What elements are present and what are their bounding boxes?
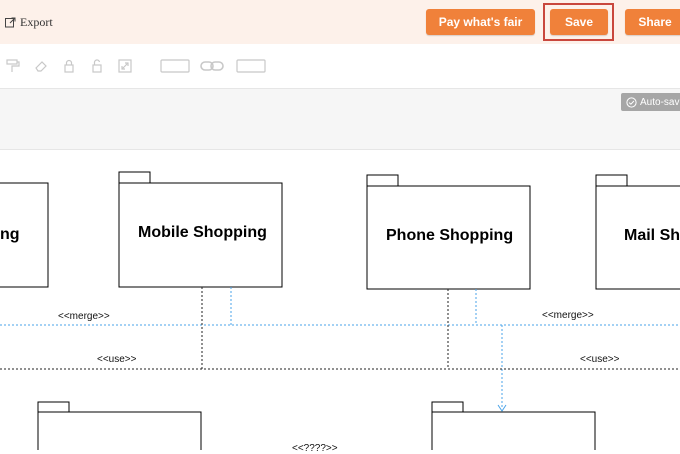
merge-connectors[interactable] [0, 287, 680, 408]
package-label: Mobile Shopping [138, 224, 267, 241]
diagram-canvas[interactable] [0, 0, 680, 450]
package-bottom-left[interactable] [37, 401, 202, 450]
relation-label: <<merge>> [542, 310, 594, 321]
relation-label: <<use>> [580, 354, 620, 365]
relation-label: <<merge>> [58, 311, 110, 322]
package-bottom-right[interactable] [431, 401, 596, 450]
package-label: ng [0, 226, 20, 243]
package-label: Mail Sh [624, 227, 680, 244]
relation-label: <<????>> [292, 443, 338, 454]
package-label: Phone Shopping [386, 227, 514, 244]
relation-label: <<use>> [97, 354, 137, 365]
